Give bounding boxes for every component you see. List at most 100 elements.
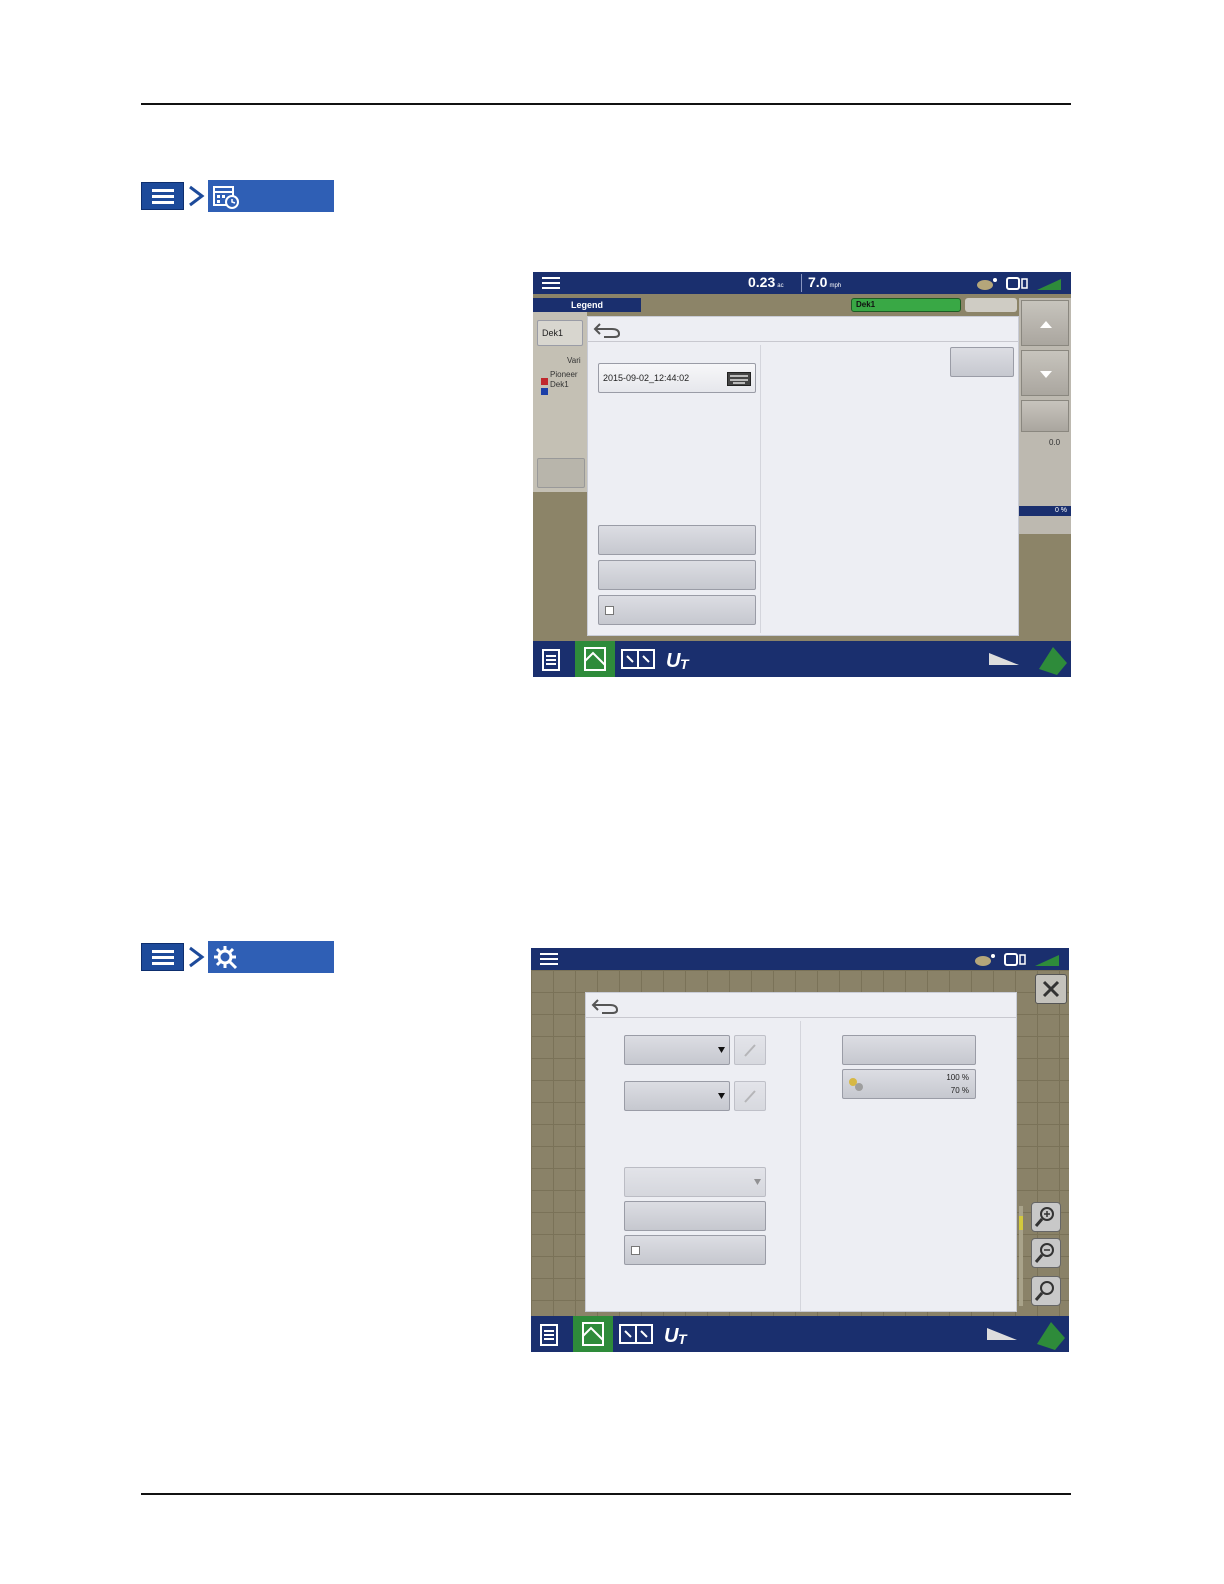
edit-button-2[interactable] <box>734 1081 766 1111</box>
edit-button-1[interactable] <box>734 1035 766 1065</box>
display-screenshot-event: 0.23 ac 7.0 mph Legend Dek1 Vari Pioneer D… <box>533 272 1071 677</box>
gps-field-icon[interactable] <box>1035 643 1069 675</box>
zoom-in-icon <box>1034 1207 1054 1227</box>
zoom-in-button[interactable] <box>1031 1202 1061 1232</box>
hamburger-icon <box>151 950 174 965</box>
checkbox[interactable] <box>605 606 614 615</box>
column-divider <box>800 1021 801 1311</box>
menu-path-event <box>141 179 334 213</box>
header-rule <box>141 103 1071 105</box>
split-view-icon[interactable] <box>621 649 655 669</box>
legend-swatch-red <box>541 372 548 385</box>
legend-field[interactable]: Dek1 <box>537 320 583 346</box>
calendar-clock-icon <box>213 186 239 209</box>
bulbs-icon <box>849 1078 863 1091</box>
speed-readout: 7.0 mph <box>808 274 842 290</box>
event-name-field[interactable]: 2015-09-02_12:44:02 <box>598 363 756 393</box>
legend-swatch-blue <box>541 382 548 395</box>
gps-field-icon[interactable] <box>1033 1318 1067 1350</box>
dialog-button-2[interactable] <box>598 560 756 590</box>
legend-label: Vari <box>567 356 581 365</box>
keyboard-icon[interactable] <box>727 372 751 386</box>
percent-display-button[interactable]: 100 % 70 % <box>842 1069 976 1099</box>
settings-tile <box>208 941 334 973</box>
legend-tab[interactable]: Legend <box>533 298 641 312</box>
svg-text:T: T <box>678 1331 688 1346</box>
dialog-button-1[interactable] <box>598 525 756 555</box>
percent-value-1: 100 % <box>946 1073 969 1082</box>
right-column-button[interactable] <box>842 1035 976 1065</box>
zoom-out-icon <box>1034 1243 1054 1263</box>
split-view-icon[interactable] <box>619 1324 653 1344</box>
menu-path-settings <box>141 940 334 974</box>
status-icons <box>977 277 1061 290</box>
divider <box>801 274 802 292</box>
right-panel: 0.0 <box>1019 298 1071 534</box>
back-arrow-icon[interactable] <box>592 320 622 338</box>
universal-terminal-icon[interactable]: U T <box>663 1322 693 1346</box>
svg-text:U: U <box>666 650 681 671</box>
area-readout: 0.23 ac <box>748 274 784 290</box>
percent-bar: 0 % <box>1019 506 1071 516</box>
implement-icon[interactable] <box>987 1328 1017 1342</box>
dropdown-3[interactable] <box>624 1167 766 1197</box>
hamburger-icon[interactable] <box>540 953 558 966</box>
map-view-tab[interactable] <box>573 1316 613 1352</box>
menu-button <box>141 943 184 971</box>
chevron-right-icon <box>184 943 208 971</box>
dropdown-1[interactable] <box>624 1035 730 1065</box>
hamburger-icon[interactable] <box>542 277 560 290</box>
dropdown-arrow-icon <box>754 1179 761 1185</box>
dropdown-2[interactable] <box>624 1081 730 1111</box>
arrow-down-icon <box>1040 371 1052 378</box>
pencil-icon <box>744 1044 756 1057</box>
chevron-right-icon <box>184 182 208 210</box>
zoom-extents-button[interactable] <box>1031 1276 1061 1306</box>
scroll-down-button[interactable] <box>1021 350 1069 396</box>
zoom-out-button[interactable] <box>1031 1238 1061 1268</box>
legend-panel: Dek1 Vari Pioneer Dek1 <box>533 312 587 492</box>
dialog-right-button[interactable] <box>950 347 1014 377</box>
dropdown-arrow-icon <box>718 1093 725 1099</box>
dialog-header <box>586 993 1016 1018</box>
settings-dialog: 100 % 70 % <box>585 992 1017 1312</box>
zoom-extents-icon <box>1034 1281 1054 1301</box>
side-button[interactable] <box>1021 400 1069 432</box>
display-screenshot-settings: 100 % 70 % U T <box>531 948 1069 1352</box>
implement-icon[interactable] <box>989 653 1019 667</box>
close-button[interactable] <box>1035 974 1067 1004</box>
settings-button[interactable] <box>624 1201 766 1231</box>
document-icon[interactable] <box>541 648 563 672</box>
arrow-up-icon <box>1040 321 1052 328</box>
pencil-icon <box>744 1090 756 1103</box>
top-bar: 0.23 ac 7.0 mph <box>533 272 1071 294</box>
zoom-slider-track[interactable] <box>1019 1206 1023 1306</box>
event-dialog: 2015-09-02_12:44:02 <box>587 316 1019 636</box>
bottom-bar: U T <box>533 641 1071 677</box>
back-arrow-icon[interactable] <box>590 996 620 1014</box>
top-bar <box>531 948 1069 970</box>
dropdown-arrow-icon <box>718 1047 725 1053</box>
readout-value: 0.0 <box>1049 438 1061 447</box>
universal-terminal-icon[interactable]: U T <box>665 647 695 671</box>
secondary-tab[interactable] <box>965 298 1017 312</box>
event-name-value: 2015-09-02_12:44:02 <box>603 373 690 383</box>
document-icon[interactable] <box>539 1323 561 1347</box>
footer-rule <box>141 1493 1071 1495</box>
close-icon <box>1042 980 1060 998</box>
legend-item: Dek1 <box>550 380 569 389</box>
svg-text:T: T <box>680 656 690 671</box>
map-view-tab[interactable] <box>575 641 615 677</box>
legend-action-button[interactable] <box>537 458 585 488</box>
dialog-checkbox-row[interactable] <box>598 595 756 625</box>
checkbox[interactable] <box>631 1246 640 1255</box>
scroll-up-button[interactable] <box>1021 300 1069 346</box>
legend-item: Pioneer <box>550 370 578 379</box>
product-tab[interactable]: Dek1 <box>851 298 961 312</box>
bottom-bar: U T <box>531 1316 1069 1352</box>
gear-wrench-icon <box>214 946 238 970</box>
svg-text:U: U <box>664 1325 679 1346</box>
hamburger-icon <box>151 189 174 204</box>
settings-checkbox-row[interactable] <box>624 1235 766 1265</box>
zoom-slider-thumb[interactable] <box>1019 1216 1023 1230</box>
